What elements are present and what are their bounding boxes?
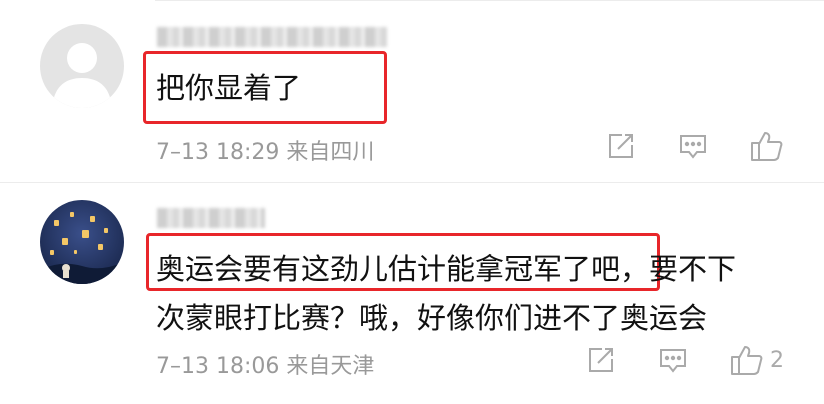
comment-item: ████ ██████ 把你显着了 7–13 18:29 来自四川 bbox=[0, 0, 824, 183]
comment-icon bbox=[678, 131, 708, 161]
username[interactable]: ███ ██ bbox=[157, 208, 265, 228]
comment-location: 来自四川 bbox=[286, 140, 375, 165]
comment-location: 来自天津 bbox=[286, 354, 375, 379]
comment-text-line: 次蒙眼打比赛？哦，好像你们进不了奥运会 bbox=[156, 301, 708, 335]
thumbs-up-icon bbox=[750, 130, 784, 162]
thumbs-up-icon bbox=[730, 344, 764, 376]
comment-icon bbox=[658, 345, 688, 375]
comment-text: 把你显着了 bbox=[156, 71, 302, 105]
avatar[interactable] bbox=[40, 200, 124, 284]
share-icon bbox=[606, 131, 636, 161]
avatar[interactable] bbox=[40, 24, 124, 108]
like-button[interactable] bbox=[750, 130, 784, 162]
comment-time: 7–13 18:29 bbox=[156, 140, 280, 165]
divider bbox=[155, 0, 824, 1]
action-bar: 2 bbox=[544, 344, 784, 376]
comment-meta: 7–13 18:06 来自天津 bbox=[156, 348, 374, 380]
username[interactable]: ████ ██████ bbox=[157, 27, 387, 47]
comment-time: 7–13 18:06 bbox=[156, 354, 280, 379]
share-button[interactable] bbox=[586, 345, 616, 375]
reply-button[interactable] bbox=[678, 131, 708, 161]
comment-text-line: 奥运会要有这劲儿估计能拿冠军了吧，要不下 bbox=[156, 252, 737, 286]
comment-item: ███ ██ 奥运会要有这劲儿估计能拿冠军了吧，要不下 次蒙眼打比赛？哦，好像你… bbox=[0, 182, 824, 404]
like-button[interactable]: 2 bbox=[730, 344, 784, 376]
share-icon bbox=[586, 345, 616, 375]
share-button[interactable] bbox=[606, 131, 636, 161]
like-count: 2 bbox=[770, 347, 784, 373]
reply-button[interactable] bbox=[658, 345, 688, 375]
comment-meta: 7–13 18:29 来自四川 bbox=[156, 134, 374, 166]
action-bar bbox=[564, 130, 784, 162]
